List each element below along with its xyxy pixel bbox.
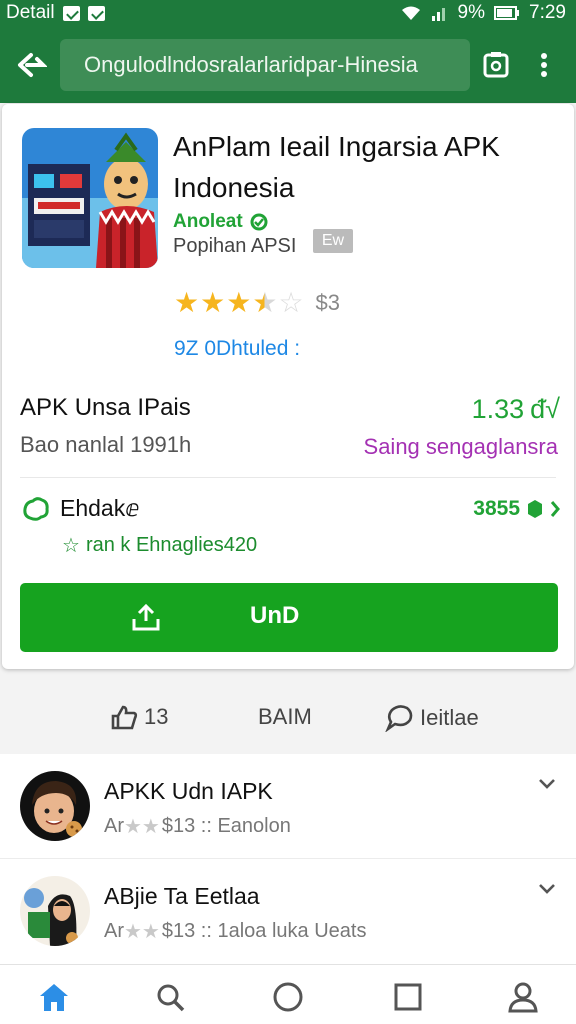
avatar [20,771,90,841]
box-icon [528,500,542,518]
star-icon: ★ [200,287,226,318]
apk-size-value: 1.33 ᵭ√ [472,394,560,425]
avatar [20,876,90,946]
developer-link[interactable]: Anoleat [173,211,269,233]
circle-icon [273,982,303,1012]
app-bar: Ongulodlndosralarlaridpar-Hinesia [0,26,576,103]
star-icon: ★ [226,287,252,318]
install-button[interactable]: UnD [20,583,558,652]
divider [20,477,556,478]
thumbs-up-icon [111,705,138,730]
nav-home[interactable] [34,977,74,1017]
comment-icon [385,705,413,732]
notification-icon [62,5,80,21]
app-category: Popihan APSI [173,235,297,257]
app-icon[interactable] [22,128,158,268]
rating-count: $3 [315,290,341,315]
meta-prefix: Ar [104,920,124,942]
meta-text: $13 :: Eanolon [161,815,291,837]
wifi-icon [401,6,420,20]
camera-icon [483,51,509,77]
app-detail-card: AnPlam Ieail Ingarsia APK Indonesia Anol… [2,104,574,669]
family-sub-text: ran k Ehnaglies420 [85,534,258,556]
verified-icon [250,213,268,231]
chevron-right-icon [550,501,560,517]
home-icon [40,984,68,1011]
clock: 7:29 [529,2,566,23]
list-item-meta: Ar ★★ $13 :: Eanolon [104,814,291,839]
app-title: AnPlam Ieail Ingarsia APK Indonesia [173,131,500,203]
release-date-label: Bao nanlal 1991h [20,432,192,457]
nav-circle[interactable] [268,977,308,1017]
action-row: 13 BAIM Ieitlae [0,690,576,746]
nav-search[interactable] [150,977,190,1017]
family-value-text: 3855 [473,497,520,520]
overflow-menu-button[interactable] [522,37,566,93]
list-item[interactable]: APKK Udn IAPK Ar ★★ $13 :: Eanolon [0,754,576,859]
meta-prefix: Ar [104,815,124,837]
content-badge: Ew [313,229,353,253]
nav-square[interactable] [388,977,428,1017]
family-label: Ehdakⅇ [60,495,140,521]
apk-size-label: APK Unsa IPais [20,394,191,421]
url-field[interactable]: Ongulodlndosralarlaridpar-Hinesia [60,38,470,91]
like-action[interactable]: 13 [110,704,168,730]
list-item-title: APKK Udn IAPK [104,778,273,804]
release-date-value[interactable]: Saing sengaglansra [364,434,558,460]
notification-icon [87,5,105,21]
back-arrow-icon [18,52,47,77]
install-label: UnD [250,602,300,629]
list-item[interactable]: ABjie Ta Eetlaa Ar ★★ $13 :: 1aloa luka … [0,859,576,963]
developer-name: Anoleat [173,211,243,232]
star-icon: ★★ [124,816,160,838]
back-button[interactable] [4,37,60,93]
comment-action[interactable]: Ieitlae [384,704,479,732]
rating: ★ ★ ★ ★ ☆ $3 [174,288,340,318]
middle-action[interactable]: BAIM [258,704,312,730]
square-icon [394,983,422,1011]
family-icon [23,496,49,521]
status-bar: Detail 9% 7:29 [0,0,576,26]
chevron-down-icon[interactable] [538,778,556,790]
downloads-link[interactable]: 9Z 0Dhtuled : [174,337,300,361]
search-icon [157,984,185,1012]
star-icon: ★★ [124,921,160,943]
download-icon [132,603,160,631]
family-value[interactable]: 3855 [473,497,560,521]
camera-button[interactable] [470,37,522,93]
star-outline-icon: ☆ [62,535,80,557]
bottom-nav [0,964,576,1024]
middle-action-label: BAIM [258,704,312,729]
star-half-icon: ★ [252,287,278,318]
family-sub: ☆ ran k Ehnaglies420 [62,533,257,558]
star-rating: ★ ★ ★ ★ ☆ [174,288,304,318]
status-left-text: Detail [6,2,55,23]
meta-text: $13 :: 1aloa luka Ueats [161,920,367,942]
size-unit: ᵭ√ [530,394,560,424]
list-item-title: ABjie Ta Eetlaa [104,883,260,909]
list-item-meta: Ar ★★ $13 :: 1aloa luka Ueats [104,919,366,944]
star-empty-icon: ☆ [278,287,304,318]
profile-icon [508,982,538,1013]
chevron-down-icon[interactable] [538,883,556,895]
overflow-menu-icon [541,52,547,77]
battery-icon [494,6,520,20]
size-number: 1.33 [471,394,525,424]
battery-percent: 9% [457,2,486,23]
like-count: 13 [144,704,169,729]
nav-profile[interactable] [503,977,543,1017]
star-icon: ★ [174,287,200,318]
signal-icon [431,8,445,21]
family-row[interactable]: Ehdakⅇ [22,495,139,522]
comment-label: Ieitlae [420,705,479,730]
related-list: APKK Udn IAPK Ar ★★ $13 :: Eanolon ABjie… [0,754,576,964]
